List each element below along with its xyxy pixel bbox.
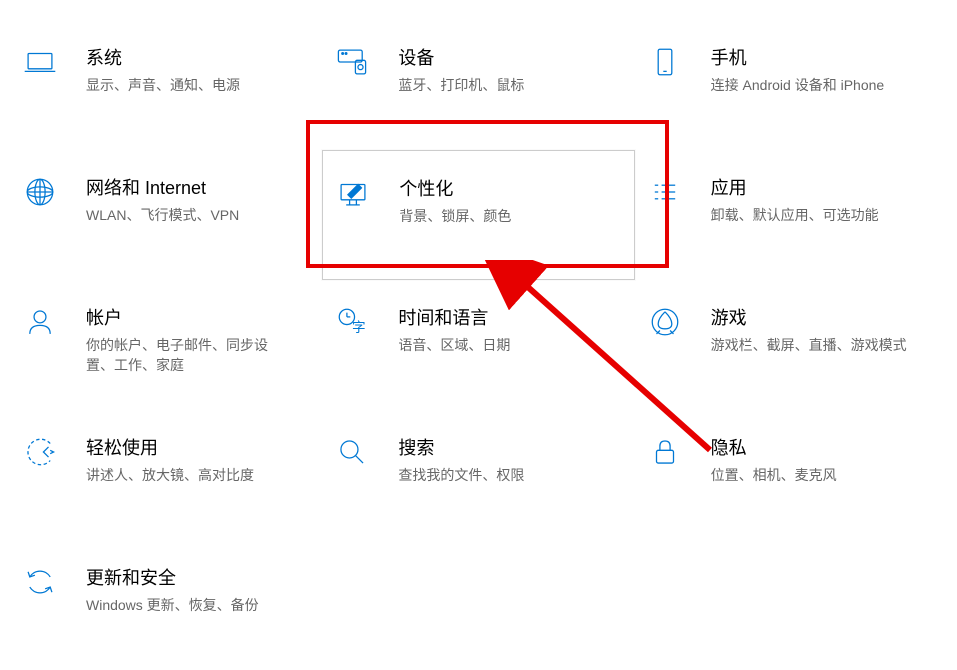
tile-title: 系统 (86, 44, 240, 70)
tile-title: 轻松使用 (86, 434, 254, 460)
tile-search[interactable]: 搜索 查找我的文件、权限 (322, 410, 634, 540)
tile-desc: Windows 更新、恢复、备份 (86, 596, 259, 616)
tile-desc: 查找我的文件、权限 (398, 466, 524, 486)
tile-gaming[interactable]: 游戏 游戏栏、截屏、直播、游戏模式 (635, 280, 947, 410)
tile-title: 游戏 (711, 304, 907, 330)
update-security-icon (20, 562, 60, 602)
tile-accounts[interactable]: 帐户 你的帐户、电子邮件、同步设置、工作、家庭 (10, 280, 322, 410)
search-icon (332, 432, 372, 472)
tile-desc: WLAN、飞行模式、VPN (86, 206, 239, 226)
ease-of-access-icon (20, 432, 60, 472)
tile-desc: 讲述人、放大镜、高对比度 (86, 466, 254, 486)
tile-desc: 连接 Android 设备和 iPhone (711, 76, 885, 96)
tile-title: 个性化 (399, 175, 511, 201)
settings-grid: 系统 显示、声音、通知、电源 设备 蓝牙、打印机、鼠标 手机 连接 Androi… (10, 20, 947, 670)
tile-title: 搜索 (398, 434, 524, 460)
tile-title: 帐户 (86, 304, 286, 330)
tile-network[interactable]: 网络和 Internet WLAN、飞行模式、VPN (10, 150, 322, 280)
svg-text:字: 字 (352, 320, 366, 335)
tile-desc: 位置、相机、麦克风 (711, 466, 837, 486)
tile-title: 网络和 Internet (86, 174, 239, 200)
tile-update-security[interactable]: 更新和安全 Windows 更新、恢复、备份 (10, 540, 322, 670)
tile-personalization[interactable]: 个性化 背景、锁屏、颜色 (322, 150, 634, 280)
tile-title: 隐私 (711, 434, 837, 460)
tile-desc: 显示、声音、通知、电源 (86, 76, 240, 96)
devices-icon (332, 42, 372, 82)
tile-title: 设备 (398, 44, 524, 70)
apps-icon (645, 172, 685, 212)
tile-desc: 卸载、默认应用、可选功能 (711, 206, 879, 226)
laptop-icon (20, 42, 60, 82)
tile-devices[interactable]: 设备 蓝牙、打印机、鼠标 (322, 20, 634, 150)
tile-phone[interactable]: 手机 连接 Android 设备和 iPhone (635, 20, 947, 150)
tile-title: 手机 (711, 44, 885, 70)
tile-desc: 游戏栏、截屏、直播、游戏模式 (711, 336, 907, 356)
phone-icon (645, 42, 685, 82)
tile-desc: 背景、锁屏、颜色 (399, 207, 511, 227)
time-language-icon: 字 (332, 302, 372, 342)
tile-apps[interactable]: 应用 卸载、默认应用、可选功能 (635, 150, 947, 280)
tile-privacy[interactable]: 隐私 位置、相机、麦克风 (635, 410, 947, 540)
tile-title: 更新和安全 (86, 564, 259, 590)
network-icon (20, 172, 60, 212)
tile-desc: 蓝牙、打印机、鼠标 (398, 76, 524, 96)
tile-ease-of-access[interactable]: 轻松使用 讲述人、放大镜、高对比度 (10, 410, 322, 540)
tile-time-language[interactable]: 字 时间和语言 语音、区域、日期 (322, 280, 634, 410)
tile-desc: 语音、区域、日期 (398, 336, 510, 356)
accounts-icon (20, 302, 60, 342)
tile-desc: 你的帐户、电子邮件、同步设置、工作、家庭 (86, 336, 286, 375)
tile-title: 应用 (711, 174, 879, 200)
tile-title: 时间和语言 (398, 304, 510, 330)
gaming-icon (645, 302, 685, 342)
personalization-icon (333, 173, 373, 213)
tile-system[interactable]: 系统 显示、声音、通知、电源 (10, 20, 322, 150)
privacy-icon (645, 432, 685, 472)
